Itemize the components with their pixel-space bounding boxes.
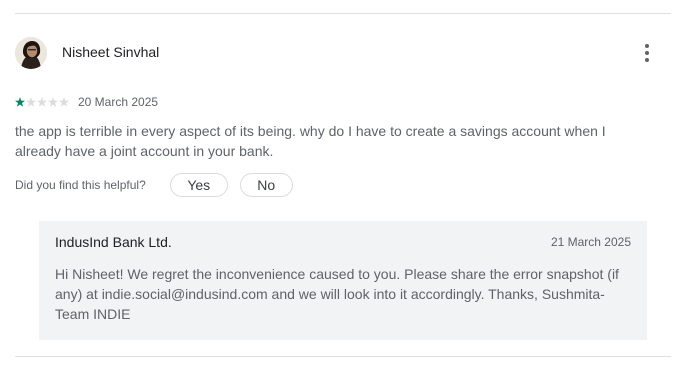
bottom-divider (15, 356, 671, 357)
more-options-button[interactable] (634, 40, 660, 66)
star-empty-icon (59, 97, 69, 107)
reply-date: 21 March 2025 (550, 235, 631, 249)
star-empty-icon (26, 97, 36, 107)
user-avatar-icon (15, 37, 47, 69)
star-empty-icon (48, 97, 58, 107)
star-filled-icon (15, 97, 25, 107)
helpful-row: Did you find this helpful? Yes No (15, 173, 293, 197)
more-vert-icon (645, 44, 649, 62)
star-rating (15, 97, 69, 107)
helpful-no-button[interactable]: No (239, 173, 293, 197)
review-text: the app is terrible in every aspect of i… (15, 123, 606, 159)
top-divider (15, 13, 671, 14)
review-card: Nisheet Sinvhal 20 March 2025 the app is… (0, 0, 684, 367)
review-date: 20 March 2025 (78, 95, 159, 109)
developer-reply: IndusInd Bank Ltd. 21 March 2025 Hi Nish… (39, 221, 647, 340)
helpful-yes-button[interactable]: Yes (169, 173, 228, 197)
helpful-question: Did you find this helpful? (15, 178, 146, 192)
avatar (15, 37, 47, 69)
developer-name: IndusInd Bank Ltd. (55, 234, 172, 250)
star-empty-icon (37, 97, 47, 107)
review-author-name: Nisheet Sinvhal (62, 44, 160, 60)
rating-row: 20 March 2025 (15, 95, 158, 109)
reply-text: Hi Nisheet! We regret the inconvenience … (55, 266, 619, 322)
